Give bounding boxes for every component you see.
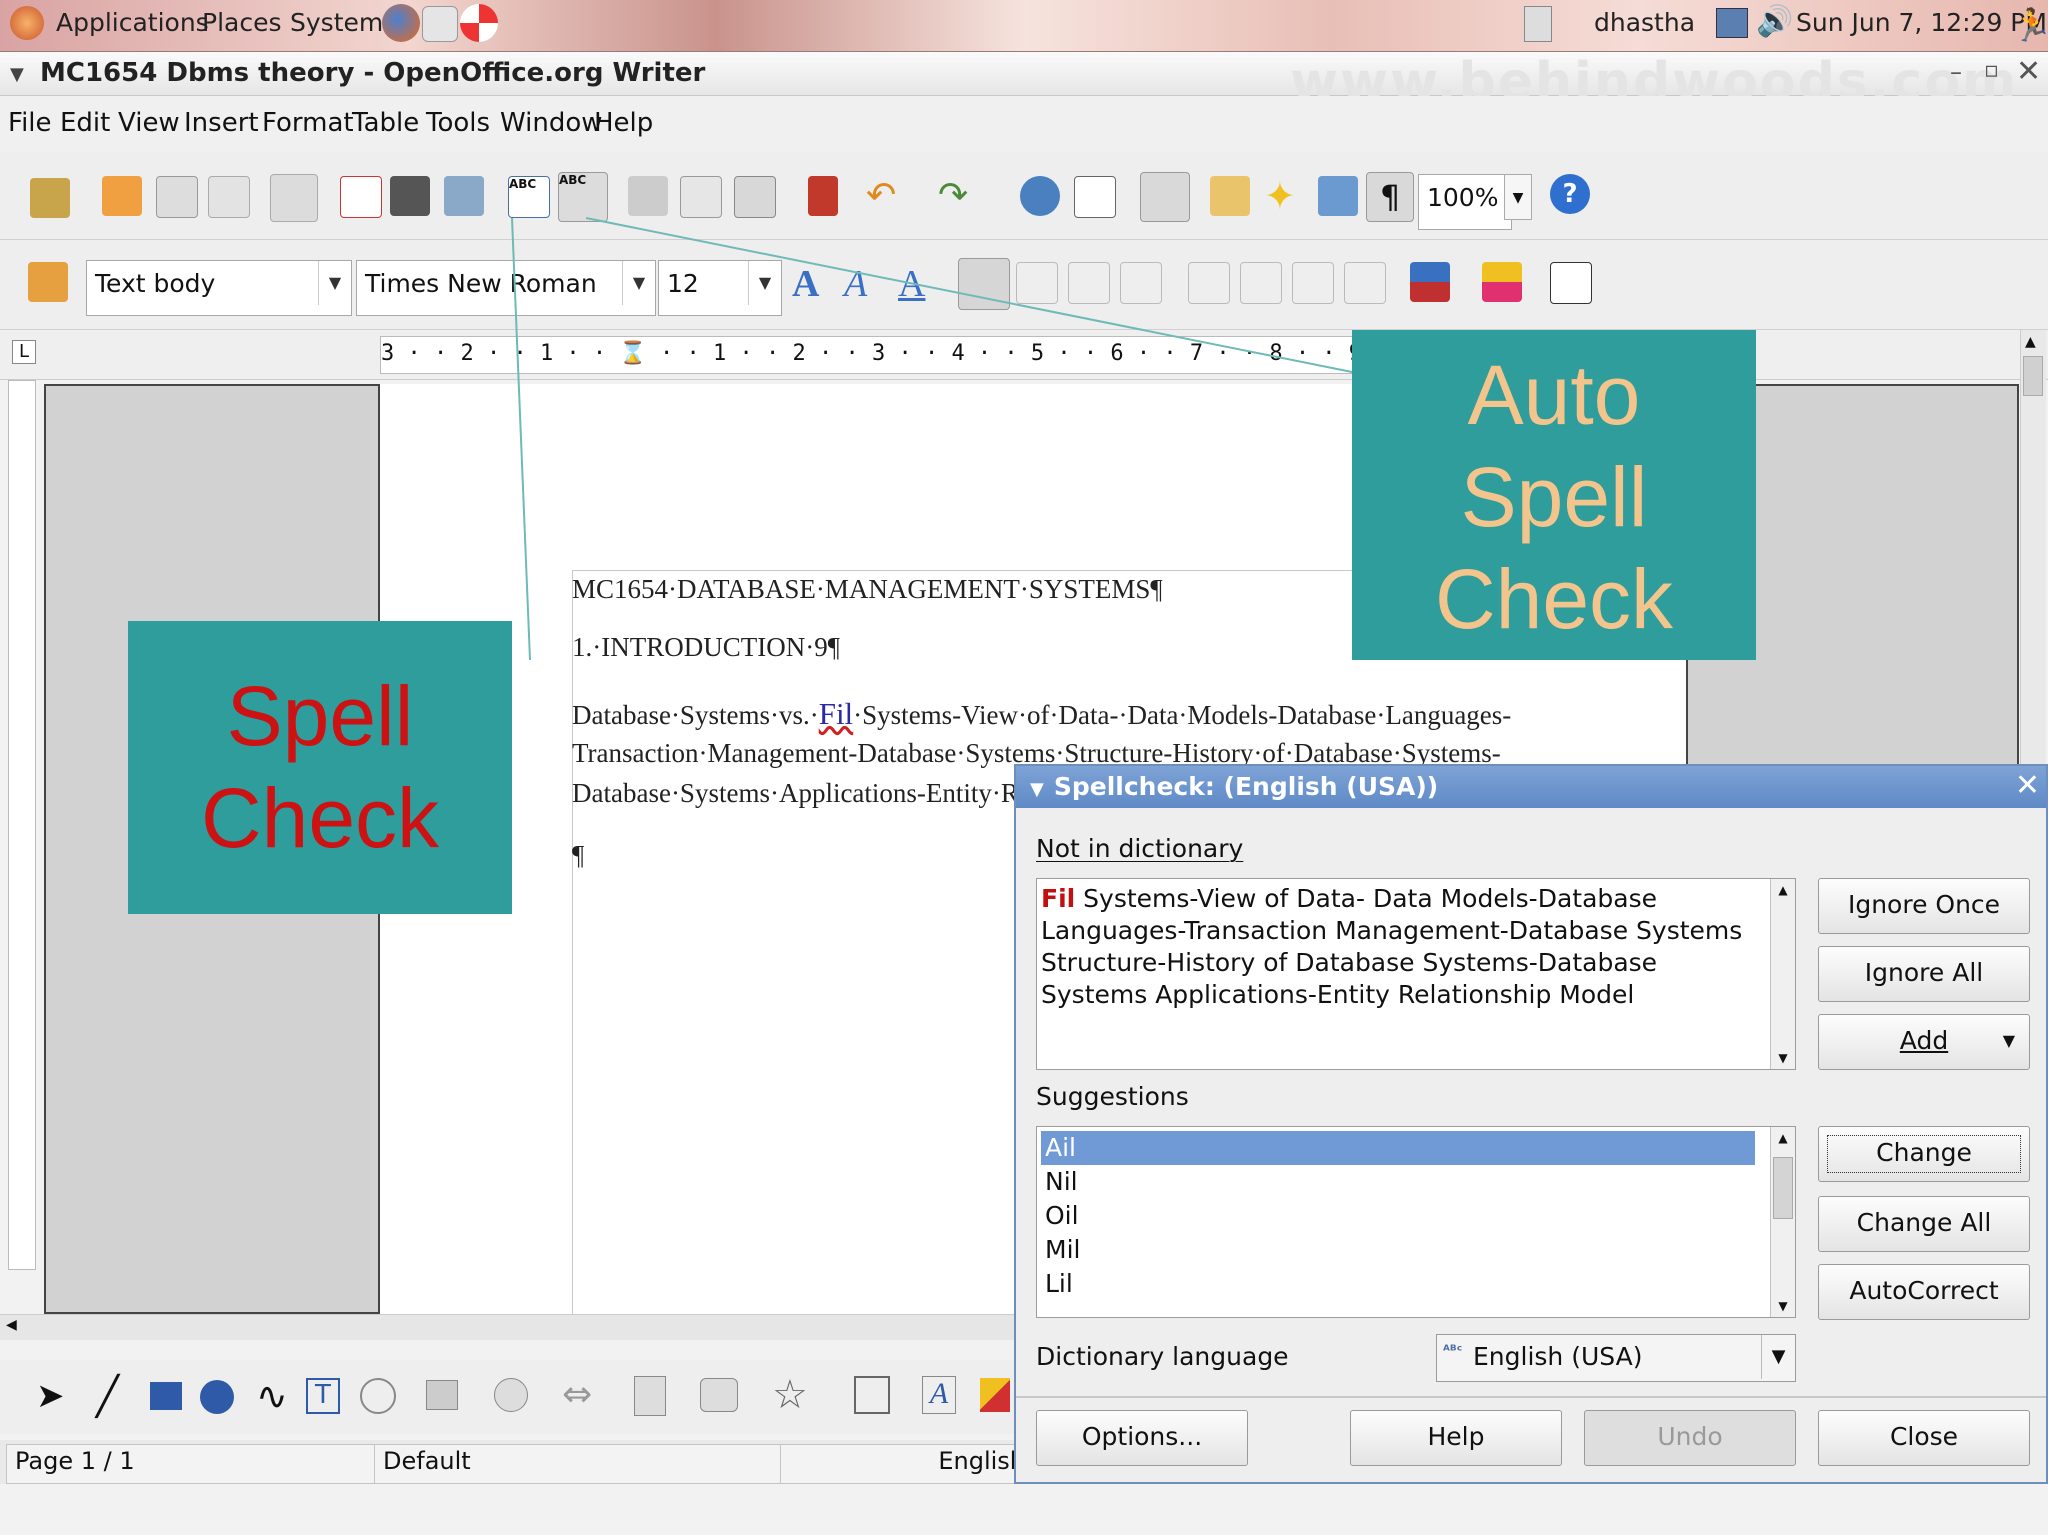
- suggestions-label: Suggestions: [1036, 1082, 1189, 1111]
- ignore-once-button[interactable]: Ignore Once: [1818, 878, 2030, 934]
- dialog-divider: [1016, 1396, 2046, 1398]
- change-button[interactable]: Change: [1818, 1126, 2030, 1182]
- context-scroll-down[interactable]: ▼: [1771, 1051, 1795, 1065]
- text-tool-icon[interactable]: T: [306, 1378, 340, 1414]
- dictionary-dropdown-arrow[interactable]: ▼: [1761, 1335, 1795, 1379]
- options-button[interactable]: Options...: [1036, 1410, 1248, 1466]
- suggestion-item[interactable]: Lil: [1041, 1267, 1755, 1301]
- suggestions-scroll-thumb[interactable]: [1773, 1157, 1793, 1219]
- suggestions-scroll-up[interactable]: ▲: [1771, 1131, 1795, 1145]
- auto-callout-line-1: Auto: [1467, 348, 1641, 442]
- help-button[interactable]: Help: [1350, 1410, 1562, 1466]
- spell-callout-line-1: Spell: [226, 669, 414, 763]
- spell-callout-line-2: Check: [200, 771, 440, 865]
- undo-button[interactable]: Undo: [1584, 1410, 1796, 1466]
- context-scroll-up[interactable]: ▲: [1771, 883, 1795, 897]
- sentence-text: Systems-View of Data- Data Models-Databa…: [1041, 884, 1743, 1009]
- rectangle-tool-icon[interactable]: [150, 1382, 182, 1410]
- suggestions-scroll-down[interactable]: ▼: [1771, 1299, 1795, 1313]
- flowcharts-icon[interactable]: [634, 1376, 666, 1416]
- callouts-shapes-icon[interactable]: [700, 1378, 738, 1412]
- add-label: Add: [1899, 1026, 1949, 1055]
- suggestions-list[interactable]: Ail Nil Oil Mil Lil ▲ ▼: [1036, 1126, 1796, 1318]
- dictionary-abc-icon: ᴬᴮᶜ: [1443, 1343, 1463, 1359]
- drawing-toolbar: ➤ ╱ ∿ T ⇔ ☆ A: [0, 1360, 1016, 1434]
- fontwork-icon[interactable]: A: [922, 1376, 956, 1414]
- dialog-close-icon[interactable]: ✕: [2015, 768, 2040, 803]
- dictionary-language-label: Dictionary language: [1036, 1342, 1289, 1371]
- suggestion-item[interactable]: Ail: [1041, 1131, 1755, 1165]
- auto-callout-line-2: Spell: [1460, 450, 1648, 544]
- status-bar: Page 1 / 1 Default English: [0, 1440, 1034, 1484]
- scroll-left-arrow[interactable]: ◀: [6, 1317, 17, 1333]
- select-arrow-icon[interactable]: ➤: [36, 1376, 65, 1416]
- change-all-button[interactable]: Change All: [1818, 1196, 2030, 1252]
- stars-icon[interactable]: ☆: [772, 1372, 808, 1418]
- close-button[interactable]: Close: [1818, 1410, 2030, 1466]
- dialog-title-bar: ▼ Spellcheck: (English (USA)) ✕: [1016, 766, 2046, 808]
- auto-callout-line-3: Check: [1434, 552, 1674, 646]
- ellipse-tool-icon[interactable]: [200, 1380, 234, 1414]
- block-arrows-icon[interactable]: ⇔: [562, 1374, 592, 1415]
- not-in-dictionary-box[interactable]: Fil Systems-View of Data- Data Models-Da…: [1036, 878, 1796, 1070]
- status-page[interactable]: Page 1 / 1: [6, 1444, 386, 1484]
- spell-check-callout: Spell Check: [128, 621, 512, 914]
- add-dropdown-arrow[interactable]: ▼: [2003, 1015, 2015, 1067]
- dictionary-language-value: English (USA): [1473, 1342, 1643, 1371]
- suggestion-item[interactable]: Mil: [1041, 1233, 1755, 1267]
- dictionary-language-select[interactable]: ᴬᴮᶜ English (USA) ▼: [1436, 1334, 1796, 1382]
- context-scrollbar[interactable]: ▲ ▼: [1770, 879, 1795, 1069]
- basic-shapes-icon[interactable]: [426, 1380, 458, 1410]
- status-language[interactable]: English: [780, 1444, 1034, 1484]
- suggestion-item[interactable]: Nil: [1041, 1165, 1755, 1199]
- from-file-icon[interactable]: [980, 1378, 1010, 1412]
- autocorrect-button[interactable]: AutoCorrect: [1818, 1264, 2030, 1320]
- status-page-style[interactable]: Default: [374, 1444, 792, 1484]
- not-in-dictionary-label: Not in dictionary: [1036, 834, 1244, 863]
- auto-spell-check-callout: Auto Spell Check: [1352, 330, 1756, 660]
- suggestion-item[interactable]: Oil: [1041, 1199, 1755, 1233]
- add-button[interactable]: Add ▼: [1818, 1014, 2030, 1070]
- ignore-all-button[interactable]: Ignore All: [1818, 946, 2030, 1002]
- dialog-menu-icon[interactable]: ▼: [1030, 779, 1044, 800]
- spellcheck-dialog: ▼ Spellcheck: (English (USA)) ✕ Not in di…: [1014, 764, 2048, 1484]
- horizontal-scrollbar[interactable]: ◀: [0, 1314, 1016, 1340]
- points-icon[interactable]: [854, 1376, 890, 1414]
- dialog-title: Spellcheck: (English (USA)): [1053, 772, 1439, 801]
- symbol-shapes-icon[interactable]: [494, 1378, 528, 1412]
- sentence-context[interactable]: Fil Systems-View of Data- Data Models-Da…: [1041, 883, 1761, 1011]
- freeform-tool-icon[interactable]: ∿: [256, 1374, 288, 1418]
- suggestions-scrollbar[interactable]: ▲ ▼: [1770, 1127, 1795, 1317]
- line-tool-icon[interactable]: ╱: [96, 1374, 119, 1418]
- callout-tool-icon[interactable]: [360, 1378, 396, 1414]
- error-word: Fil: [1041, 884, 1076, 913]
